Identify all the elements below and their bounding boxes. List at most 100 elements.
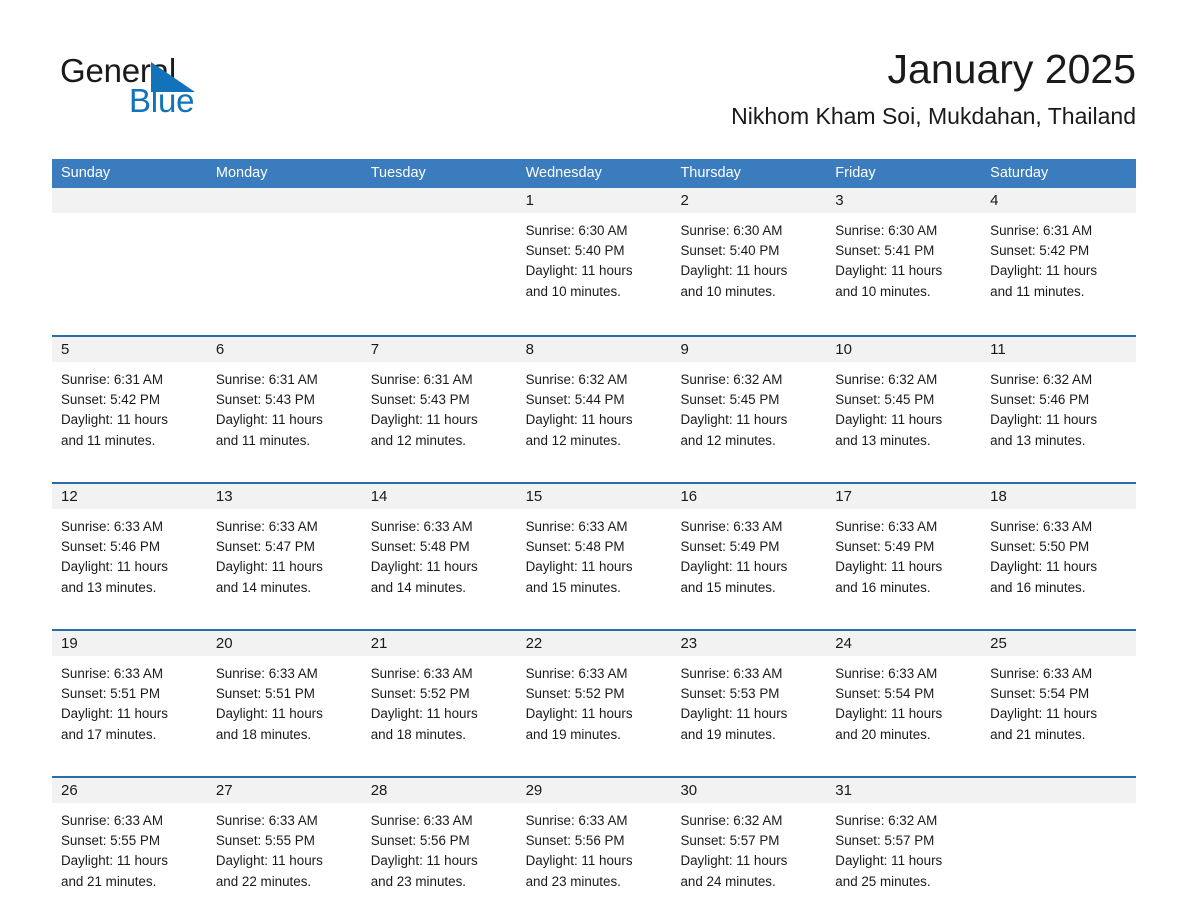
day-cell-15[interactable]: 15 Sunrise: 6:33 AM Sunset: 5:48 PM Dayligh…	[516, 484, 672, 615]
daylight-text-line2: and 10 minutes.	[680, 283, 776, 299]
day-cell-21[interactable]: 21 Sunrise: 6:33 AM Sunset: 5:52 PM Dayligh…	[361, 631, 517, 762]
general-blue-logo[interactable]: General Blue	[52, 52, 312, 124]
day-details: Sunrise: 6:31 AM Sunset: 5:42 PM Daylight:…	[52, 362, 207, 451]
weekday-header-row: Sunday Monday Tuesday Wednesday Thursday Frid…	[52, 159, 1136, 188]
day-details	[52, 213, 207, 221]
weekday-header-friday: Friday	[835, 165, 876, 181]
week-row-spacer	[52, 615, 1136, 629]
day-cell-19[interactable]: 19 Sunrise: 6:33 AM Sunset: 5:51 PM Dayligh…	[52, 631, 207, 762]
day-cell-1[interactable]: 1 Sunrise: 6:30 AM Sunset: 5:40 PM Daylight…	[516, 188, 672, 321]
day-number: 8	[525, 341, 534, 358]
day-number-band: 14	[361, 484, 517, 509]
calendar-grid: Sunday Monday Tuesday Wednesday Thursday Frid…	[52, 159, 1137, 909]
day-details: Sunrise: 6:33 AM Sunset: 5:51 PM Daylight:…	[52, 656, 207, 745]
sunrise-text: Sunrise: 6:31 AM	[990, 223, 1093, 238]
daylight-text-line1: Daylight: 11 hours	[370, 559, 478, 575]
sunset-text: Sunset: 5:54 PM	[990, 686, 1090, 702]
daylight-text-line1: Daylight: 11 hours	[61, 559, 168, 575]
day-cell-8[interactable]: 8 Sunrise: 6:32 AM Sunset: 5:44 PM Daylight…	[516, 337, 672, 468]
sunrise-text: Sunrise: 6:33 AM	[680, 519, 783, 534]
sunset-text: Sunset: 5:44 PM	[525, 392, 625, 408]
day-number: 25	[990, 635, 1007, 652]
day-cell-25[interactable]: 25 Sunrise: 6:33 AM Sunset: 5:54 PM Dayligh…	[981, 631, 1137, 762]
day-number: 15	[525, 488, 543, 505]
day-cell-26[interactable]: 26 Sunrise: 6:33 AM Sunset: 5:55 PM Dayligh…	[52, 778, 207, 909]
sunrise-text: Sunrise: 6:33 AM	[370, 519, 473, 534]
sunset-text: Sunset: 5:42 PM	[990, 243, 1090, 259]
day-cell-29[interactable]: 29 Sunrise: 6:33 AM Sunset: 5:56 PM Dayligh…	[516, 778, 672, 909]
day-number: 16	[680, 488, 698, 505]
day-details: Sunrise: 6:33 AM Sunset: 5:46 PM Daylight:…	[52, 509, 207, 598]
day-number: 7	[370, 341, 380, 358]
weekday-header-monday: Monday	[215, 165, 268, 181]
day-number-band: 28	[361, 778, 517, 803]
daylight-text-line2: and 23 minutes.	[525, 873, 621, 889]
week-row-spacer	[52, 468, 1136, 482]
weekday-header-sunday: Sunday	[61, 165, 111, 181]
weekday-header-tuesday: Tuesday	[370, 165, 426, 181]
daylight-text-line2: and 17 minutes.	[61, 726, 157, 742]
sunrise-text: Sunrise: 6:30 AM	[835, 223, 938, 238]
day-cell-23[interactable]: 23 Sunrise: 6:33 AM Sunset: 5:53 PM Dayligh…	[671, 631, 827, 762]
day-cell-20[interactable]: 20 Sunrise: 6:33 AM Sunset: 5:51 PM Dayligh…	[206, 631, 362, 762]
daylight-text-line2: and 25 minutes.	[835, 873, 931, 889]
daylight-text-line1: Daylight: 11 hours	[525, 559, 633, 575]
sunset-text: Sunset: 5:40 PM	[525, 243, 625, 259]
day-cell-22[interactable]: 22 Sunrise: 6:33 AM Sunset: 5:52 PM Dayligh…	[516, 631, 672, 762]
day-number: 20	[215, 635, 233, 652]
day-cell-24[interactable]: 24 Sunrise: 6:33 AM Sunset: 5:54 PM Dayligh…	[826, 631, 982, 762]
sunset-text: Sunset: 5:50 PM	[990, 539, 1090, 555]
daylight-text-line1: Daylight: 11 hours	[215, 559, 323, 575]
daylight-text-line1: Daylight: 11 hours	[990, 559, 1098, 575]
day-number-band: 17	[826, 484, 982, 509]
day-number: 23	[680, 635, 698, 652]
day-cell-4[interactable]: 4 Sunrise: 6:31 AM Sunset: 5:42 PM Daylight…	[981, 188, 1137, 321]
day-cell-11[interactable]: 11 Sunrise: 6:32 AM Sunset: 5:46 PM Dayligh…	[981, 337, 1137, 468]
day-cell-14[interactable]: 14 Sunrise: 6:33 AM Sunset: 5:48 PM Dayligh…	[361, 484, 517, 615]
calendar-week-row: 19 Sunrise: 6:33 AM Sunset: 5:51 PM Dayligh…	[52, 629, 1137, 762]
sunset-text: Sunset: 5:55 PM	[61, 833, 160, 849]
sunset-text: Sunset: 5:51 PM	[61, 686, 160, 702]
sunrise-text: Sunrise: 6:32 AM	[525, 372, 628, 387]
day-cell-18[interactable]: 18 Sunrise: 6:33 AM Sunset: 5:50 PM Dayligh…	[981, 484, 1137, 615]
day-details: Sunrise: 6:33 AM Sunset: 5:55 PM Daylight:…	[206, 803, 362, 892]
sunset-text: Sunset: 5:57 PM	[835, 833, 935, 849]
day-number: 26	[61, 782, 78, 799]
day-cell-10[interactable]: 10 Sunrise: 6:32 AM Sunset: 5:45 PM Dayligh…	[826, 337, 982, 468]
day-cell-27[interactable]: 27 Sunrise: 6:33 AM Sunset: 5:55 PM Dayligh…	[206, 778, 362, 909]
day-cell-16[interactable]: 16 Sunrise: 6:33 AM Sunset: 5:49 PM Dayligh…	[671, 484, 827, 615]
day-number-band: 19	[52, 631, 207, 656]
day-number-band: 26	[52, 778, 207, 803]
daylight-text-line2: and 11 minutes.	[215, 432, 311, 448]
day-number: 30	[680, 782, 698, 799]
day-cell-31[interactable]: 31 Sunrise: 6:32 AM Sunset: 5:57 PM Dayligh…	[826, 778, 982, 909]
day-cell-5[interactable]: 5 Sunrise: 6:31 AM Sunset: 5:42 PM Daylight…	[52, 337, 207, 468]
day-cell-6[interactable]: 6 Sunrise: 6:31 AM Sunset: 5:43 PM Daylight…	[206, 337, 362, 468]
sunset-text: Sunset: 5:46 PM	[61, 539, 160, 555]
day-cell-9[interactable]: 9 Sunrise: 6:32 AM Sunset: 5:45 PM Daylight…	[671, 337, 827, 468]
day-details: Sunrise: 6:33 AM Sunset: 5:49 PM Daylight:…	[826, 509, 982, 598]
day-cell-2[interactable]: 2 Sunrise: 6:30 AM Sunset: 5:40 PM Daylight…	[671, 188, 827, 321]
day-cell-3[interactable]: 3 Sunrise: 6:30 AM Sunset: 5:41 PM Daylight…	[826, 188, 982, 321]
day-cell-empty	[981, 778, 1137, 909]
daylight-text-line1: Daylight: 11 hours	[61, 853, 168, 869]
sunset-text: Sunset: 5:52 PM	[525, 686, 625, 702]
day-number: 2	[680, 192, 689, 209]
day-details: Sunrise: 6:32 AM Sunset: 5:46 PM Daylight:…	[981, 362, 1137, 451]
sunrise-text: Sunrise: 6:33 AM	[525, 813, 628, 828]
day-cell-17[interactable]: 17 Sunrise: 6:33 AM Sunset: 5:49 PM Dayligh…	[826, 484, 982, 615]
day-cell-12[interactable]: 12 Sunrise: 6:33 AM Sunset: 5:46 PM Dayligh…	[52, 484, 207, 615]
day-cell-7[interactable]: 7 Sunrise: 6:31 AM Sunset: 5:43 PM Daylight…	[361, 337, 517, 468]
day-cell-30[interactable]: 30 Sunrise: 6:32 AM Sunset: 5:57 PM Dayligh…	[671, 778, 827, 909]
day-cell-28[interactable]: 28 Sunrise: 6:33 AM Sunset: 5:56 PM Dayligh…	[361, 778, 517, 909]
day-details: Sunrise: 6:32 AM Sunset: 5:45 PM Daylight:…	[826, 362, 982, 451]
day-cell-empty	[206, 188, 362, 321]
day-number: 12	[61, 488, 78, 505]
day-details: Sunrise: 6:33 AM Sunset: 5:49 PM Daylight:…	[671, 509, 827, 598]
sunset-text: Sunset: 5:48 PM	[525, 539, 625, 555]
day-number: 19	[61, 635, 78, 652]
daylight-text-line1: Daylight: 11 hours	[990, 263, 1098, 279]
daylight-text-line1: Daylight: 11 hours	[370, 412, 478, 428]
sunrise-text: Sunrise: 6:31 AM	[215, 372, 318, 387]
day-cell-13[interactable]: 13 Sunrise: 6:33 AM Sunset: 5:47 PM Dayligh…	[206, 484, 362, 615]
